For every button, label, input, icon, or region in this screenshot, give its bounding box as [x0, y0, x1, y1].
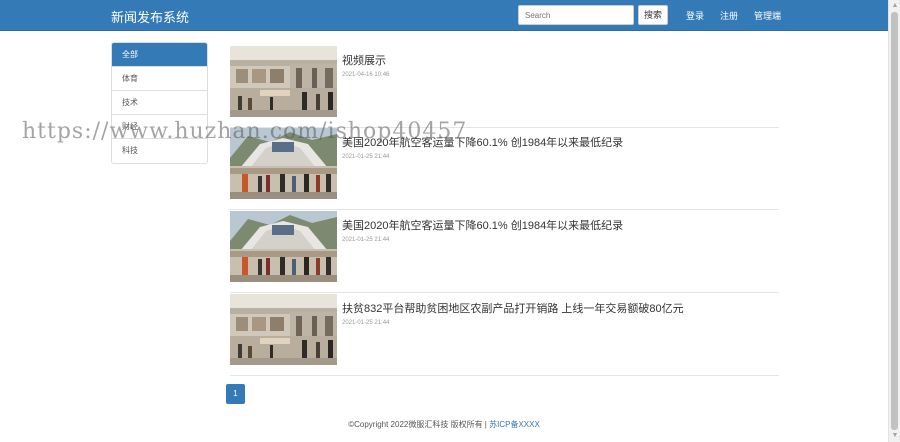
article-item[interactable]: 视频展示 2021-04-16 10:46	[230, 46, 779, 128]
category-list: 全部 体育 技术 财经 科技	[111, 42, 208, 164]
article-date: 2021-01-25 21:44	[342, 237, 390, 243]
article-thumbnail[interactable]	[230, 294, 337, 365]
search-button[interactable]: 搜索	[638, 5, 668, 25]
site-brand[interactable]: 新闻发布系统	[111, 7, 189, 26]
article-thumbnail[interactable]	[230, 46, 337, 117]
scrollbar-thumb[interactable]	[891, 12, 898, 430]
article-item[interactable]: 美国2020年航空客运量下降60.1% 创1984年以来最低纪录 2021-01…	[230, 211, 779, 293]
watermark-text: https://www.huzhan.com/ishop40457	[22, 119, 468, 144]
footer: ©Copyright 2022微服汇科技 版权所有 | 苏ICP备XXXX	[0, 419, 888, 430]
pagination-page-1[interactable]: 1	[226, 384, 245, 404]
scroll-down-icon[interactable]: ▼	[891, 432, 899, 440]
category-item-all[interactable]: 全部	[112, 43, 207, 67]
search-input[interactable]	[518, 5, 634, 25]
category-item-sports[interactable]: 体育	[112, 67, 207, 91]
footer-icp-link[interactable]: 苏ICP备XXXX	[489, 420, 540, 429]
category-item-tech[interactable]: 技术	[112, 91, 207, 115]
nav-admin-link[interactable]: 管理端	[754, 9, 781, 22]
nav-register-link[interactable]: 注册	[720, 9, 738, 22]
footer-copyright: ©Copyright 2022微服汇科技 版权所有 |	[348, 420, 490, 429]
vertical-scrollbar[interactable]: ▲ ▼	[888, 0, 900, 442]
article-date: 2021-04-16 10:46	[342, 72, 390, 78]
article-title[interactable]: 扶贫832平台帮助贫困地区农副产品打开销路 上线一年交易额破80亿元	[342, 300, 684, 316]
top-navbar: 新闻发布系统 搜索 登录 注册 管理端	[0, 0, 888, 31]
article-date: 2021-01-25 21:44	[342, 154, 390, 160]
scroll-up-icon[interactable]: ▲	[891, 2, 899, 10]
article-item[interactable]: 扶贫832平台帮助贫困地区农副产品打开销路 上线一年交易额破80亿元 2021-…	[230, 294, 779, 376]
nav-login-link[interactable]: 登录	[686, 9, 704, 22]
article-date: 2021-01-25 21:44	[342, 320, 390, 326]
article-thumbnail[interactable]	[230, 211, 337, 282]
article-title[interactable]: 视频展示	[342, 52, 386, 68]
article-title[interactable]: 美国2020年航空客运量下降60.1% 创1984年以来最低纪录	[342, 217, 623, 233]
